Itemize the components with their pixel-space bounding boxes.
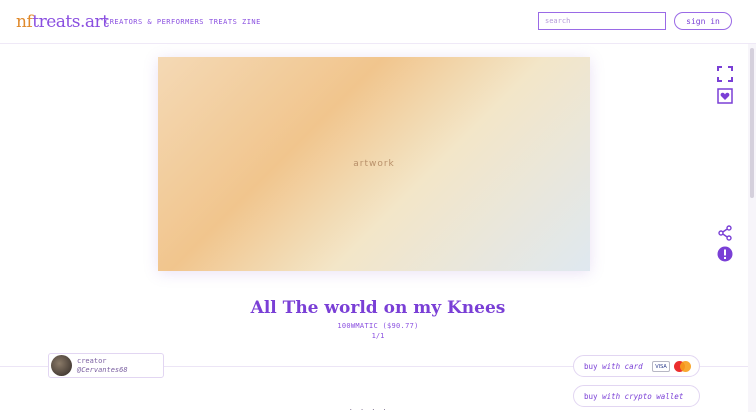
- alert-icon[interactable]: [717, 246, 733, 262]
- nav-treats-zine[interactable]: TREATS ZINE: [209, 18, 261, 26]
- footer-dots: . . . .: [349, 405, 389, 412]
- share-icon[interactable]: [717, 225, 733, 241]
- sign-in-button[interactable]: sign in: [674, 12, 732, 30]
- visa-icon: VISA: [652, 361, 670, 372]
- logo-rest: treats.art: [32, 12, 109, 32]
- artwork-title: All The world on my Knees: [250, 298, 506, 318]
- artwork-placeholder-label: artwork: [353, 159, 395, 169]
- buy-card-prefix: buy: [584, 361, 598, 371]
- buy-with-card-button[interactable]: buy with card VISA: [573, 355, 700, 377]
- scrollbar-thumb[interactable]: [750, 48, 754, 198]
- creator-label: creator: [77, 357, 107, 365]
- nav-creators-performers[interactable]: CREATORS & PERFORMERS: [105, 18, 204, 26]
- artwork-image[interactable]: artwork: [158, 57, 590, 271]
- buy-card-suffix: with card: [602, 361, 643, 371]
- logo-nf: nf: [16, 12, 33, 32]
- search-input[interactable]: [538, 12, 666, 30]
- buy-wallet-prefix: buy: [584, 391, 598, 401]
- top-navigation-bar: nftreats.art CREATORS & PERFORMERS TREAT…: [0, 0, 756, 44]
- fullscreen-icon[interactable]: [717, 66, 733, 82]
- creator-handle[interactable]: @Cervantes68: [77, 366, 128, 374]
- creator-card[interactable]: creator @Cervantes68: [48, 353, 164, 378]
- buy-with-crypto-wallet-button[interactable]: buy with crypto wallet: [573, 385, 700, 407]
- artwork-edition: 1/1: [371, 332, 385, 340]
- artwork-price: 100WMATIC ($90.77): [337, 322, 419, 330]
- mastercard-icon: [674, 361, 692, 372]
- creator-avatar: [51, 355, 72, 376]
- buy-wallet-suffix: with crypto wallet: [602, 391, 684, 401]
- site-logo[interactable]: nftreats.art: [16, 12, 109, 32]
- heart-icon[interactable]: [717, 88, 733, 104]
